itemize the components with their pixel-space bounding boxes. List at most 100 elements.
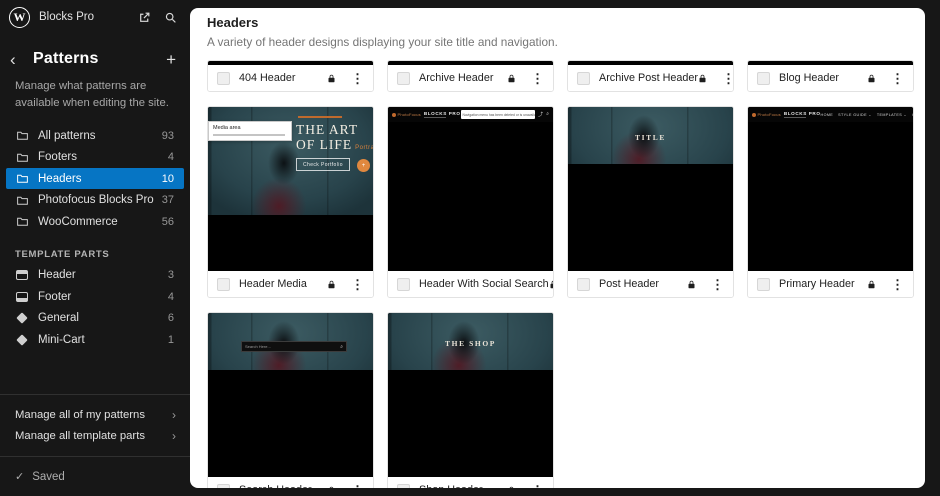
pattern-card-header-media[interactable]: THE ARTOF LIFEPortraitsCheck Portfolio+M… [207, 106, 374, 298]
sidebar-item-headers[interactable]: Headers10 [6, 168, 184, 190]
share-icon: ⤴ [538, 111, 543, 118]
pattern-title: Archive Header [419, 72, 493, 84]
pattern-card-archive-header[interactable]: Archive Header ⋮ [387, 60, 554, 92]
pattern-select-checkbox[interactable] [217, 278, 230, 291]
pattern-title: Header With Social Search [419, 278, 549, 290]
pattern-preview [568, 61, 733, 65]
pattern-card-footer: 404 Header⋮ [208, 65, 373, 91]
pattern-card-shop-header[interactable]: THE SHOPShop Header⋮ [387, 312, 554, 488]
sidebar-item-all-patterns[interactable]: All patterns 93 [6, 125, 184, 147]
pattern-options-menu-icon[interactable]: ⋮ [891, 278, 904, 291]
pattern-options-menu-icon[interactable]: ⋮ [722, 72, 734, 85]
pattern-card-footer: Header Media⋮ [208, 271, 373, 297]
lock-icon [867, 280, 876, 289]
sidebar-item-photofocus-blocks-pro[interactable]: Photofocus Blocks Pro37 [6, 189, 184, 211]
sidebar-item-header[interactable]: Header3 [6, 264, 184, 286]
pattern-select-checkbox[interactable] [577, 72, 590, 85]
preview-menu-item: CONTACT [912, 113, 913, 117]
pattern-select-checkbox[interactable] [217, 72, 230, 85]
lock-icon [327, 486, 336, 489]
sidebar-item-woocommerce[interactable]: WooCommerce 56 [6, 211, 184, 233]
block-icon [15, 333, 29, 347]
pattern-select-checkbox[interactable] [757, 278, 770, 291]
preview-menu-item: HOME [821, 113, 834, 117]
check-icon: ✓ [15, 470, 24, 483]
wordpress-logo-icon[interactable]: W [9, 7, 30, 28]
category-label: All patterns [38, 130, 96, 142]
sidebar-item-mini-cart[interactable]: Mini-Cart1 [6, 329, 184, 351]
pattern-options-menu-icon[interactable]: ⋮ [891, 72, 904, 85]
pattern-select-checkbox[interactable] [397, 278, 410, 291]
manage-patterns-link[interactable]: Manage all of my patterns› [0, 404, 190, 425]
preview-hero-photo: Search Here...⌕ [208, 313, 373, 370]
pattern-card-404-header[interactable]: 404 Header⋮ [207, 60, 374, 92]
back-button[interactable]: ‹ [10, 51, 26, 68]
folder-icon [15, 215, 29, 229]
manage-template-parts-link[interactable]: Manage all template parts› [0, 425, 190, 446]
pattern-options-menu-icon[interactable]: ⋮ [531, 72, 544, 85]
pattern-options-menu-icon[interactable]: ⋮ [531, 484, 544, 489]
template-parts-heading: TEMPLATE PARTS [0, 249, 190, 260]
preview-site-navbar: PhotoFocusBLOCKS PROHOMESTYLE GUIDE ⌄TEM… [748, 107, 913, 122]
pattern-select-checkbox[interactable] [577, 278, 590, 291]
page-description: A variety of header designs displaying y… [207, 35, 925, 49]
manage-links: Manage all of my patterns›Manage all tem… [0, 395, 190, 456]
preview-search-placeholder: Search Here... [245, 344, 271, 349]
category-count: 93 [162, 130, 174, 142]
pattern-options-menu-icon[interactable]: ⋮ [351, 72, 364, 85]
manage-link-label: Manage all template parts [15, 430, 145, 442]
footer-icon [15, 290, 29, 304]
pattern-card-footer: Archive Header ⋮ [388, 65, 553, 91]
preview-title-text: THE SHOP [388, 339, 553, 348]
pattern-options-menu-icon[interactable]: ⋮ [351, 484, 364, 489]
pattern-card-post-header[interactable]: TITLEPost Header⋮ [567, 106, 734, 298]
preview-site-logo: PhotoFocus [392, 112, 421, 117]
save-status-button[interactable]: ✓ Saved [0, 457, 190, 496]
search-icon[interactable] [162, 9, 178, 25]
pattern-card-header-with-social-search[interactable]: PhotoFocusBLOCKS PRONavigation menu has … [387, 106, 554, 298]
pattern-select-checkbox[interactable] [397, 72, 410, 85]
category-label: WooCommerce [38, 216, 118, 228]
pattern-card-blog-header[interactable]: Blog Header⋮ [747, 60, 914, 92]
category-count: 56 [162, 216, 174, 228]
template-part-label: Header [38, 269, 76, 281]
add-pattern-button[interactable]: + [166, 51, 176, 68]
pattern-card-footer: Primary Header⋮ [748, 271, 913, 297]
pattern-preview [748, 61, 913, 65]
lock-icon [549, 280, 554, 289]
preview-brand-name: BLOCKS PRO [424, 111, 461, 116]
pattern-card-search-header[interactable]: Search Here...⌕Search Header⋮ [207, 312, 374, 488]
sidebar-description: Manage what patterns are available when … [0, 76, 190, 112]
pattern-options-menu-icon[interactable]: ⋮ [351, 278, 364, 291]
lock-icon [687, 280, 696, 289]
sidebar-item-general[interactable]: General6 [6, 307, 184, 329]
chevron-right-icon: › [172, 408, 176, 422]
category-label: Photofocus Blocks Pro [38, 194, 154, 206]
pattern-card-archive-post-header[interactable]: Archive Post Header⋮ [567, 60, 734, 92]
media-area-tooltip: Media area [208, 121, 292, 141]
preview-brand-subtitle [784, 117, 806, 119]
sidebar-item-footer[interactable]: Footer4 [6, 286, 184, 308]
preview-hero-button: Check Portfolio [296, 158, 350, 171]
category-label: Footers [38, 151, 77, 163]
category-count: 10 [162, 173, 174, 185]
preview-kicker-line [298, 116, 342, 118]
pattern-select-checkbox[interactable] [397, 484, 410, 489]
pattern-select-checkbox[interactable] [217, 484, 230, 489]
pattern-select-checkbox[interactable] [757, 72, 770, 85]
pattern-preview: Search Here...⌕ [208, 313, 373, 477]
preview-menu-item: TEMPLATES ⌄ [877, 113, 907, 117]
category-count: 4 [168, 151, 174, 163]
pattern-grid: 404 Header⋮Archive Header⋮Archive Post H… [207, 60, 925, 488]
sidebar-item-footers[interactable]: Footers 4 [6, 146, 184, 168]
pattern-card-primary-header[interactable]: PhotoFocusBLOCKS PROHOMESTYLE GUIDE ⌄TEM… [747, 106, 914, 298]
view-site-external-link-icon[interactable] [136, 9, 152, 25]
patterns-main-panel: Headers A variety of header designs disp… [190, 8, 925, 488]
template-part-label: Footer [38, 291, 71, 303]
pattern-preview: PhotoFocusBLOCKS PRONavigation menu has … [388, 107, 553, 271]
lock-icon [698, 74, 707, 83]
preview-nav-menu: HOMESTYLE GUIDE ⌄TEMPLATES ⌄CONTACT⌕ [821, 111, 914, 118]
preview-notice-text: Navigation menu has been deleted or is u… [463, 113, 536, 117]
tooltip-subtext-line [213, 134, 285, 136]
pattern-options-menu-icon[interactable]: ⋮ [711, 278, 724, 291]
